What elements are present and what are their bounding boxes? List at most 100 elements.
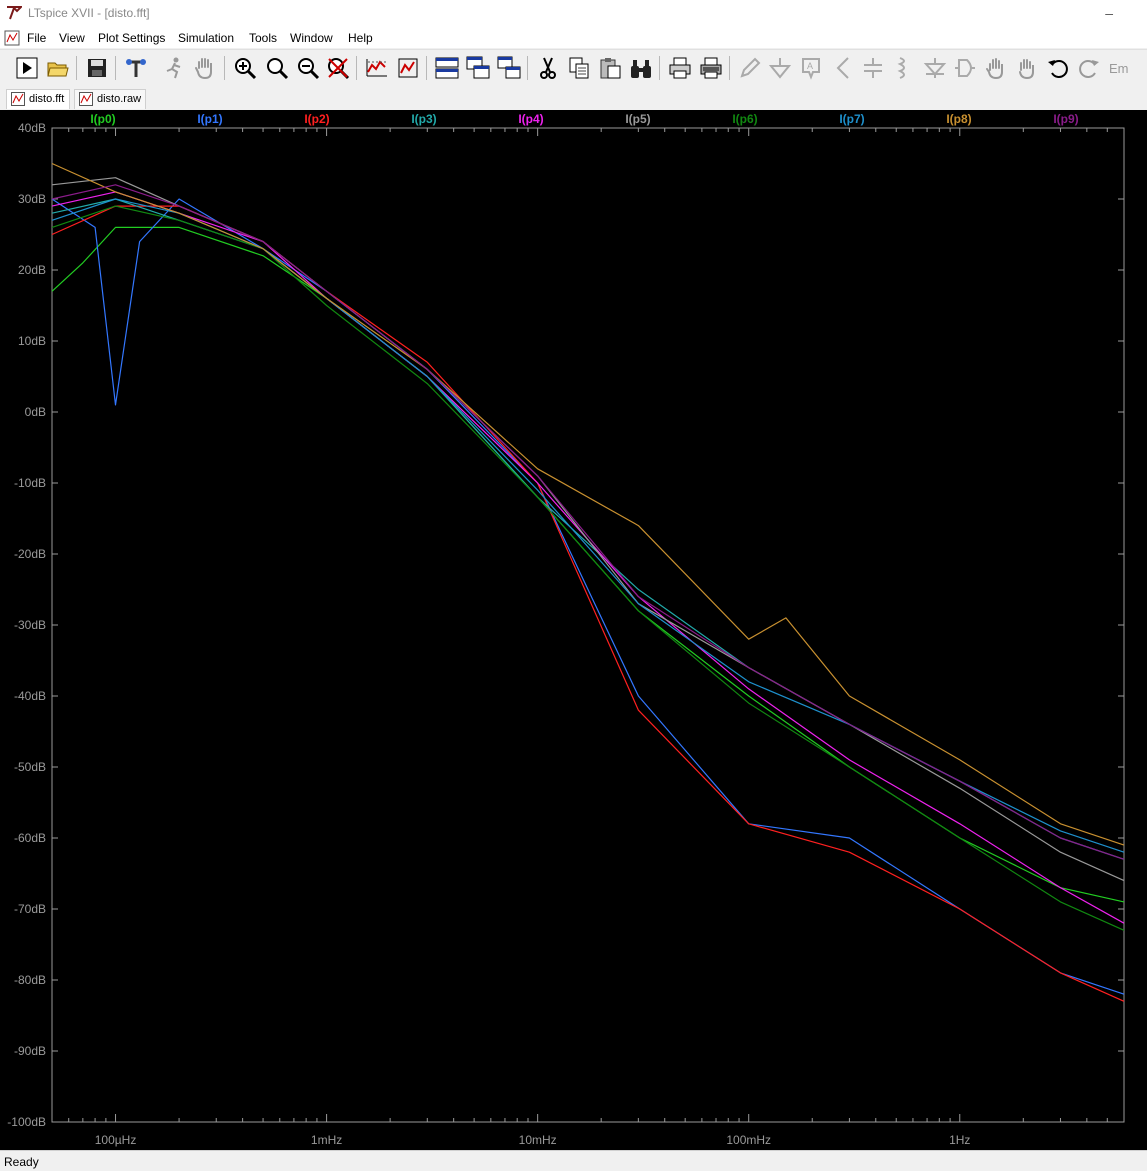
x-tick-label: 1Hz (949, 1133, 970, 1147)
halt-icon[interactable] (162, 56, 186, 80)
menu-bar: File View Plot Settings Simulation Tools… (0, 28, 1147, 48)
zoom-cancel-icon[interactable] (326, 56, 350, 80)
ltspice-logo-icon (7, 6, 22, 20)
print-icon[interactable] (668, 56, 692, 80)
trace-label: I(p6) (732, 112, 757, 126)
series-line-ip6 (51, 205, 1125, 931)
zoom-in-icon[interactable] (233, 56, 257, 80)
series-line-ip4 (51, 191, 1125, 924)
menu-tools[interactable]: Tools (249, 31, 277, 45)
document-tabs: disto.fft disto.raw (0, 86, 1147, 110)
toolbar-separator (659, 56, 660, 80)
diode-icon[interactable] (923, 56, 947, 80)
label-icon[interactable]: A (799, 56, 823, 80)
waveform-icon (79, 92, 93, 106)
print-setup-icon[interactable] (699, 56, 723, 80)
redo-icon[interactable] (1077, 56, 1101, 80)
trace-label: I(p2) (304, 112, 329, 126)
y-tick-label: 30dB (18, 192, 46, 206)
find-icon[interactable] (629, 56, 653, 80)
y-tick-label: -100dB (7, 1115, 46, 1129)
status-text: Ready (4, 1155, 39, 1169)
fft-plot-pane[interactable]: 40dB 30dB 20dB 10dB 0dB -10dB -20dB -30dB -40dB -… (0, 110, 1147, 1150)
autorange-y-icon[interactable] (396, 56, 420, 80)
series-line-ip0 (51, 226, 1125, 903)
series-line-ip5 (51, 177, 1125, 882)
y-tick-label: -30dB (14, 618, 46, 632)
resistor-icon[interactable] (830, 56, 854, 80)
tile-horizontal-icon[interactable] (435, 56, 459, 80)
y-tick-label: -80dB (14, 973, 46, 987)
zoom-box-icon[interactable] (265, 56, 289, 80)
y-tick-label: -20dB (14, 547, 46, 561)
component-icon[interactable] (953, 56, 977, 80)
x-tick-label: 10mHz (519, 1133, 557, 1147)
trace-label: I(p4) (518, 112, 543, 126)
trace-label: I(p9) (1053, 112, 1078, 126)
tile-vertical-icon[interactable] (497, 56, 521, 80)
tab-label: disto.raw (97, 93, 142, 105)
save-icon[interactable] (85, 56, 109, 80)
menu-simulation[interactable]: Simulation (178, 31, 234, 45)
tab-disto-fft[interactable]: disto.fft (6, 89, 70, 109)
series-line-ip7 (51, 198, 1125, 853)
toolbar-separator (224, 56, 225, 80)
y-tick-label: 10dB (18, 334, 46, 348)
run-icon[interactable] (15, 56, 39, 80)
move-icon[interactable] (984, 56, 1008, 80)
y-tick-label: -90dB (14, 1044, 46, 1058)
menu-help[interactable]: Help (348, 31, 373, 45)
text-icon[interactable]: Em (1108, 56, 1132, 80)
cascade-icon[interactable] (466, 56, 490, 80)
y-tick-label: -10dB (14, 476, 46, 490)
capacitor-icon[interactable] (861, 56, 885, 80)
y-tick-label: -40dB (14, 689, 46, 703)
series-line-ip2 (51, 205, 1125, 1002)
x-tick-label: 100µHz (95, 1133, 137, 1147)
trace-label: I(p7) (839, 112, 864, 126)
tab-disto-raw[interactable]: disto.raw (74, 89, 146, 109)
toolbar-separator (115, 56, 116, 80)
drag-icon[interactable] (1015, 56, 1039, 80)
series-line-ip9 (51, 184, 1125, 860)
cut-icon[interactable] (536, 56, 560, 80)
y-tick-label: -60dB (14, 831, 46, 845)
document-icon[interactable] (4, 30, 20, 46)
y-tick-label: -50dB (14, 760, 46, 774)
tab-label: disto.fft (29, 93, 65, 105)
menu-file[interactable]: File (27, 31, 46, 45)
y-tick-label: 0dB (25, 405, 46, 419)
toolbar-separator (356, 56, 357, 80)
toolbar: A Em (0, 49, 1147, 86)
paste-icon[interactable] (598, 56, 622, 80)
pan-icon[interactable] (193, 56, 217, 80)
inductor-icon[interactable] (892, 56, 916, 80)
series-line-ip8 (51, 162, 1125, 846)
title-bar: LTspice XVII - [disto.fft] – (0, 0, 1147, 28)
fft-chart[interactable]: 40dB 30dB 20dB 10dB 0dB -10dB -20dB -30dB -40dB -… (0, 110, 1147, 1150)
open-icon[interactable] (46, 56, 70, 80)
menu-plot-settings[interactable]: Plot Settings (98, 31, 165, 45)
control-panel-icon[interactable] (124, 56, 148, 80)
copy-icon[interactable] (567, 56, 591, 80)
svg-text:Em: Em (1109, 61, 1129, 76)
menu-window[interactable]: Window (290, 31, 333, 45)
trace-label: I(p1) (197, 112, 222, 126)
autorange-icon[interactable] (365, 56, 389, 80)
y-tick-label: -70dB (14, 902, 46, 916)
y-tick-label: 40dB (18, 121, 46, 135)
series-line-ip3 (51, 198, 1125, 860)
ground-icon[interactable] (768, 56, 792, 80)
svg-text:A: A (807, 61, 813, 71)
toolbar-separator (76, 56, 77, 80)
menu-view[interactable]: View (59, 31, 85, 45)
minimize-button[interactable]: – (1105, 5, 1113, 21)
window-title: LTspice XVII - [disto.fft] (28, 6, 150, 20)
trace-label: I(p3) (411, 112, 436, 126)
trace-label: I(p8) (946, 112, 971, 126)
x-tick-label: 100mHz (726, 1133, 771, 1147)
pencil-icon[interactable] (738, 56, 762, 80)
zoom-out-icon[interactable] (296, 56, 320, 80)
toolbar-separator (729, 56, 730, 80)
undo-icon[interactable] (1046, 56, 1070, 80)
